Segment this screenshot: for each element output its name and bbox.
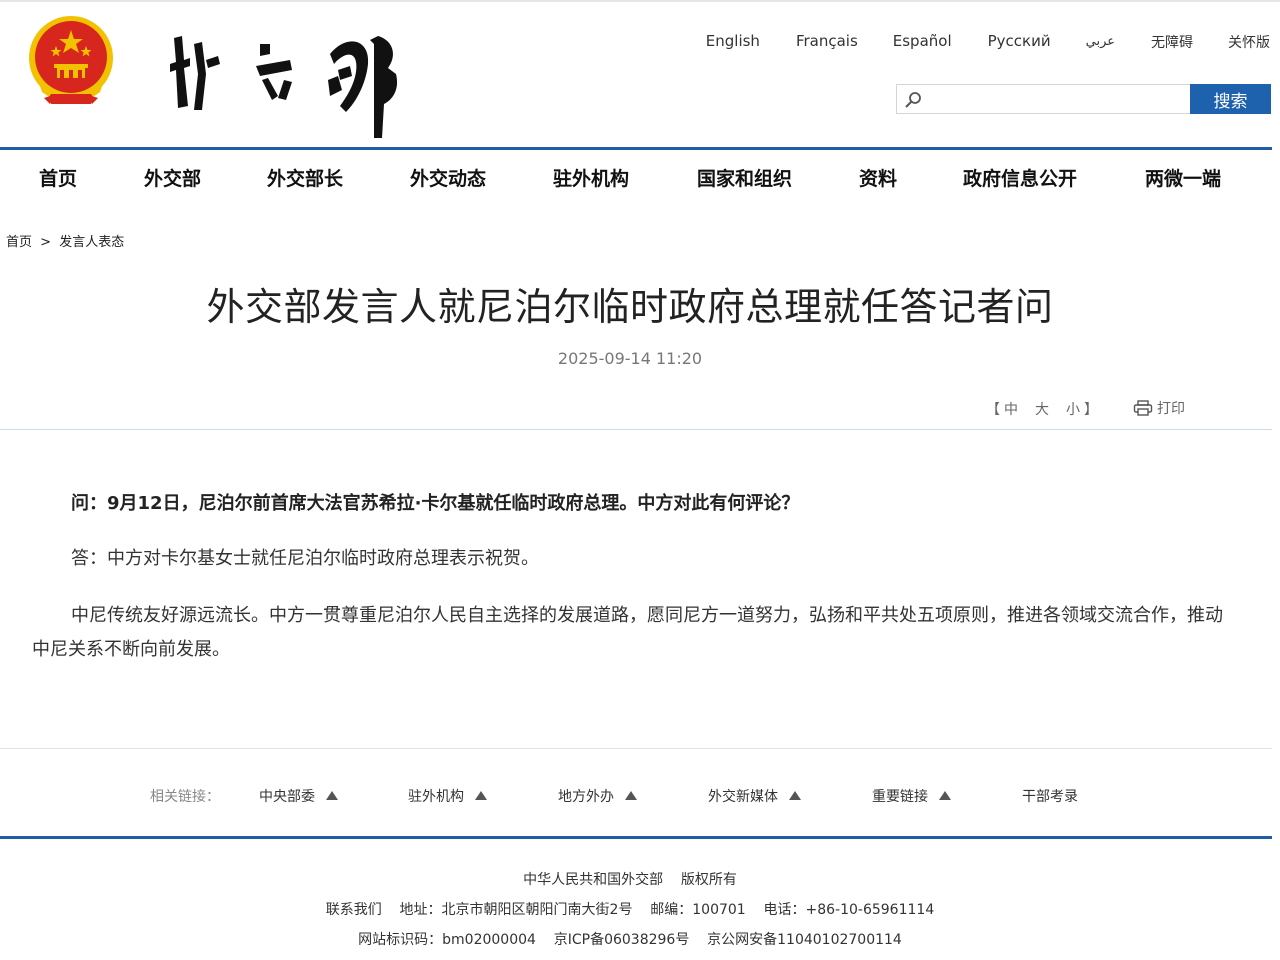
- nav-item-home[interactable]: 首页: [39, 164, 77, 191]
- related-link-central-ministries[interactable]: 中央部委: [259, 786, 338, 806]
- main-nav: 首页 外交部 外交部长 外交动态 驻外机构 国家和组织 资料 政府信息公开 两微…: [0, 164, 1280, 194]
- lang-english[interactable]: English: [706, 32, 760, 52]
- triangle-up-icon: [939, 791, 951, 800]
- nav-item-missions-abroad[interactable]: 驻外机构: [553, 164, 629, 191]
- breadcrumb-home[interactable]: 首页: [6, 235, 32, 250]
- font-size-medium[interactable]: 中: [1004, 399, 1018, 419]
- search-icon: [905, 92, 921, 108]
- printer-icon: [1133, 400, 1153, 416]
- related-link-label: 驻外机构: [408, 789, 464, 805]
- footer-top-border: [0, 836, 1272, 839]
- search-button[interactable]: 搜索: [1190, 84, 1271, 114]
- print-button[interactable]: 打印: [1133, 398, 1185, 418]
- article-answer: 答：中方对卡尔基女士就任尼泊尔临时政府总理表示祝贺。: [71, 548, 539, 569]
- nav-item-minister[interactable]: 外交部长: [267, 164, 343, 191]
- search-input[interactable]: [925, 89, 1189, 111]
- related-link-recruitment[interactable]: 干部考录: [1022, 786, 1078, 806]
- search-box: [896, 84, 1190, 114]
- footer-contact[interactable]: 联系我们 地址：北京市朝阳区朝阳门南大街2号 邮编：100701 电话：+86-…: [0, 899, 1260, 919]
- footer-registration[interactable]: 网站标识码：bm02000004 京ICP备06038296号 京公网安备110…: [0, 929, 1260, 949]
- triangle-up-icon: [326, 791, 338, 800]
- lang-spanish[interactable]: Español: [893, 32, 952, 52]
- triangle-up-icon: [475, 791, 487, 800]
- lang-french[interactable]: Français: [796, 32, 858, 52]
- top-border: [0, 0, 1280, 2]
- nav-item-gov-info[interactable]: 政府信息公开: [963, 164, 1077, 191]
- related-link-important-links[interactable]: 重要链接: [872, 786, 951, 806]
- breadcrumb-separator: >: [40, 235, 52, 250]
- article-question: 问：9月12日，尼泊尔前首席大法官苏希拉·卡尔基就任临时政府总理。中方对此有何评…: [71, 493, 800, 514]
- related-link-missions-abroad[interactable]: 驻外机构: [408, 786, 487, 806]
- related-links: 相关链接： 中央部委 驻外机构 地方外办 外交新媒体 重要链接 干部考录: [0, 786, 1280, 806]
- nav-item-ministry[interactable]: 外交部: [144, 164, 201, 191]
- ministry-calligraphy-logo[interactable]: [160, 14, 410, 138]
- page-title: 外交部发言人就尼泊尔临时政府总理就任答记者问: [206, 285, 1054, 329]
- related-link-label: 外交新媒体: [708, 789, 778, 805]
- related-link-new-media[interactable]: 外交新媒体: [708, 786, 801, 806]
- font-size-large[interactable]: 大: [1035, 399, 1049, 419]
- related-link-label: 干部考录: [1022, 789, 1078, 805]
- article-paragraph: 中尼传统友好源远流长。中方一贯尊重尼泊尔人民自主选择的发展道路，愿同尼方一道努力…: [32, 605, 1223, 660]
- bracket-open: 【: [986, 402, 1000, 418]
- nav-item-diplomatic-news[interactable]: 外交动态: [410, 164, 486, 191]
- print-label: 打印: [1157, 401, 1185, 417]
- language-links: English Français Español Русский عربي 无障…: [706, 32, 1270, 52]
- bracket-close: 】: [1084, 402, 1098, 418]
- footer-copyright: 中华人民共和国外交部 版权所有: [523, 872, 737, 888]
- related-link-label: 中央部委: [259, 789, 315, 805]
- national-emblem-icon[interactable]: [26, 14, 116, 108]
- breadcrumb-current[interactable]: 发言人表态: [59, 235, 124, 250]
- header-divider: [0, 429, 1272, 430]
- accessibility-link[interactable]: 无障碍: [1151, 32, 1193, 52]
- nav-item-countries-organizations[interactable]: 国家和组织: [697, 164, 792, 191]
- related-link-local-foreign-affairs[interactable]: 地方外办: [558, 786, 637, 806]
- elderly-care-link[interactable]: 关怀版: [1228, 32, 1270, 52]
- related-links-label: 相关链接：: [150, 789, 220, 805]
- related-link-label: 地方外办: [558, 789, 614, 805]
- content-divider: [0, 748, 1272, 749]
- nav-item-resources[interactable]: 资料: [859, 164, 897, 191]
- nav-top-border: [0, 147, 1272, 150]
- triangle-up-icon: [789, 791, 801, 800]
- lang-arabic[interactable]: عربي: [1086, 34, 1115, 52]
- nav-item-social-media[interactable]: 两微一端: [1145, 164, 1221, 191]
- font-size-small[interactable]: 小: [1066, 399, 1080, 419]
- related-link-label: 重要链接: [872, 789, 928, 805]
- triangle-up-icon: [625, 791, 637, 800]
- font-size-switcher: 【 中 大 小 】: [986, 399, 1098, 419]
- breadcrumb: 首页 > 发言人表态: [6, 231, 124, 250]
- publish-date: 2025-09-14 11:20: [557, 349, 703, 368]
- lang-russian[interactable]: Русский: [988, 32, 1051, 52]
